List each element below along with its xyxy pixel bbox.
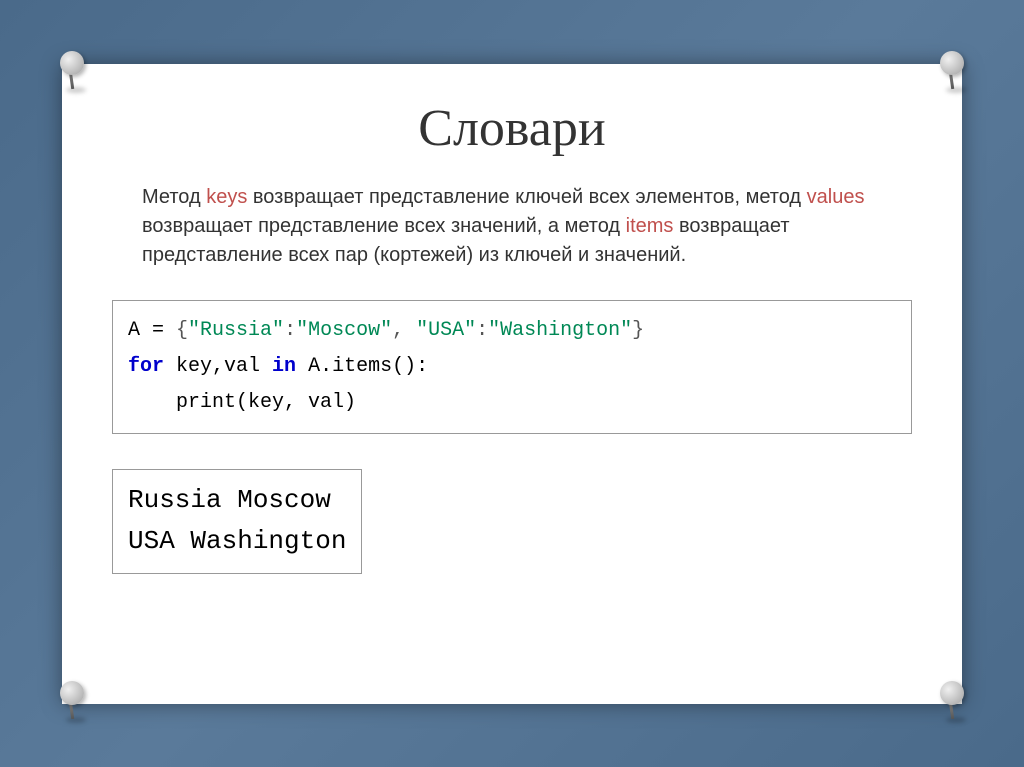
code-string: "Washington" <box>488 319 632 342</box>
code-builtin: print <box>176 391 236 414</box>
code-call: A.items(): <box>296 355 428 378</box>
highlight-values: values <box>807 186 865 208</box>
pushpin-icon <box>932 679 972 719</box>
code-block: A = {"Russia":"Moscow", "USA":"Washingto… <box>112 300 912 434</box>
code-keyword: in <box>272 355 296 378</box>
text: возвращает представление ключей всех эле… <box>247 186 806 208</box>
highlight-keys: keys <box>206 186 247 208</box>
slide: Словари Метод keys возвращает представле… <box>62 64 962 704</box>
code-vars: key,val <box>164 355 272 378</box>
highlight-items: items <box>626 215 674 237</box>
text: Метод <box>142 186 206 208</box>
description-paragraph: Метод keys возвращает представление ключ… <box>62 183 962 270</box>
code-brace: } <box>632 319 644 342</box>
code-brace: { <box>176 319 188 342</box>
pushpin-icon <box>52 679 92 719</box>
code-indent <box>128 391 176 414</box>
output-line: Russia Moscow <box>128 485 331 515</box>
output-block: Russia Moscow USA Washington <box>112 469 362 574</box>
code-var: A <box>128 319 140 342</box>
code-string: "Moscow" <box>296 319 392 342</box>
code-string: "Russia" <box>188 319 284 342</box>
code-comma: , <box>392 319 416 342</box>
code-colon: : <box>476 319 488 342</box>
pushpin-icon <box>52 49 92 89</box>
pushpin-icon <box>932 49 972 89</box>
code-op: = <box>140 319 176 342</box>
slide-title: Словари <box>62 99 962 158</box>
code-keyword: for <box>128 355 164 378</box>
code-string: "USA" <box>416 319 476 342</box>
code-colon: : <box>284 319 296 342</box>
code-args: (key, val) <box>236 391 356 414</box>
output-line: USA Washington <box>128 526 346 556</box>
text: возвращает представление всех значений, … <box>142 215 626 237</box>
